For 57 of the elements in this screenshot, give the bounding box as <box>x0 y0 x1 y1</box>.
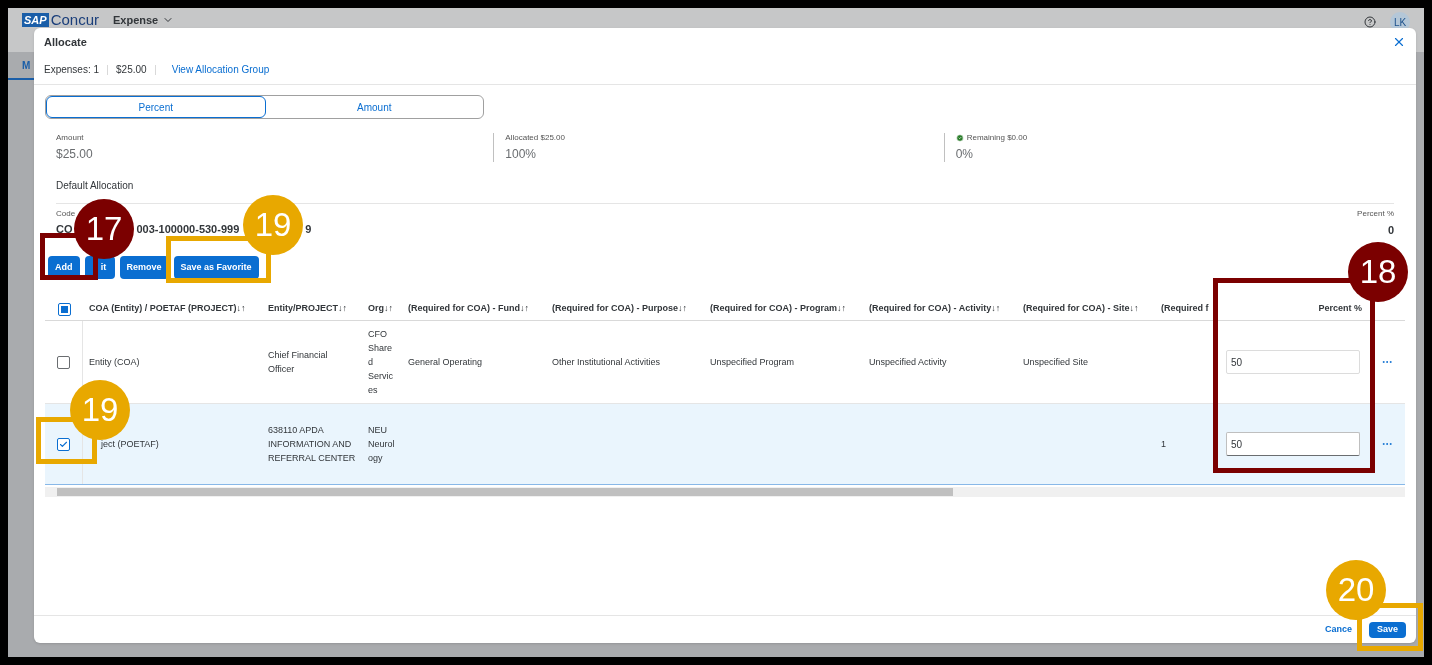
save-button[interactable]: Save <box>1368 621 1406 638</box>
table-cell-text: ject (POETAF) <box>99 439 159 449</box>
column-header[interactable]: Entity/PROJECT↓↑ <box>268 303 347 314</box>
column-header[interactable]: Percent % <box>1318 303 1362 314</box>
column-header[interactable]: COA (Entity) / POETAF (PROJECT)↓↑ <box>89 303 246 314</box>
percent-label: Percent % <box>1357 209 1394 219</box>
table-cell: Unspecified Activity <box>869 357 947 367</box>
mode-tab[interactable]: Amount <box>265 96 483 118</box>
table-cell: 638110 APDA INFORMATION AND REFERRAL CENTER <box>268 425 356 463</box>
summary-label: Allocated $25.00 <box>505 133 565 143</box>
table-cell: 1 <box>1161 439 1166 449</box>
meta-text: Expenses: 1 <box>44 64 100 76</box>
expense-menu[interactable]: Expense <box>113 12 175 27</box>
horizontal-scrollbar[interactable] <box>45 487 1405 497</box>
table-cell: General Operating <box>408 357 483 367</box>
column-header[interactable]: (Required for COA) - Activity↓↑ <box>869 303 1001 314</box>
check-icon <box>59 439 68 449</box>
view-group-link[interactable]: View Allocation Group <box>171 64 270 76</box>
summary-label: Remaining $0.00 <box>966 133 1028 143</box>
logo-text: Concur <box>50 12 99 27</box>
column-header[interactable]: (Required for COA) - Fund↓↑ <box>408 303 529 314</box>
table-cell: CFO Shared Services <box>368 329 393 395</box>
mode-tab[interactable]: Percent <box>46 96 266 118</box>
code-value: 003-100000-530-999 <box>136 222 240 237</box>
dialog-title: Allocate <box>44 35 87 49</box>
table-cell: Unspecified Program <box>710 357 795 367</box>
help-icon[interactable] <box>1364 16 1376 28</box>
checkbox[interactable] <box>57 355 70 369</box>
percent-total: 0 <box>1387 223 1394 237</box>
column-header[interactable]: (Required for COA) - Program↓↑ <box>710 303 846 314</box>
section-label: Default Allocation <box>56 180 134 191</box>
table-cell: Other Institutional Activities <box>552 357 661 367</box>
code-value: 9 <box>305 222 312 237</box>
table-cell: Chief Financial Officer <box>268 350 328 374</box>
table-cell: Unspecified Site <box>1023 357 1089 367</box>
column-header[interactable]: (Required for COA) - Purpose↓↑ <box>552 303 687 314</box>
checkbox[interactable] <box>57 302 71 316</box>
toolbar-button[interactable]: Save as Favorite <box>173 256 259 279</box>
column-header[interactable]: Org↓↑ <box>368 303 393 314</box>
column-header[interactable]: (Required f <box>1161 303 1209 314</box>
code-label: Code <box>56 209 76 219</box>
summary-value: 100% <box>505 147 538 162</box>
logo-mark: SAP <box>22 12 49 27</box>
column-header[interactable]: (Required for COA) - Site↓↑ <box>1023 303 1139 314</box>
summary-label: Amount <box>56 133 84 143</box>
summary-value: $25.00 <box>56 147 94 162</box>
meta-text: $25.00 <box>116 64 147 76</box>
code-value: CO <box>56 222 73 237</box>
cancel-link[interactable]: Cance <box>1324 624 1352 635</box>
table-cell: NEU Neurology <box>368 425 395 463</box>
close-button[interactable] <box>1392 35 1406 49</box>
percent-field[interactable]: 50 <box>1226 432 1360 456</box>
toolbar-button[interactable]: Remove <box>119 256 169 279</box>
checkbox[interactable] <box>57 437 70 451</box>
summary-value: 0% <box>955 147 974 162</box>
table-cell: Entity (COA) <box>89 357 140 367</box>
percent-field[interactable]: 50 <box>1226 350 1360 374</box>
